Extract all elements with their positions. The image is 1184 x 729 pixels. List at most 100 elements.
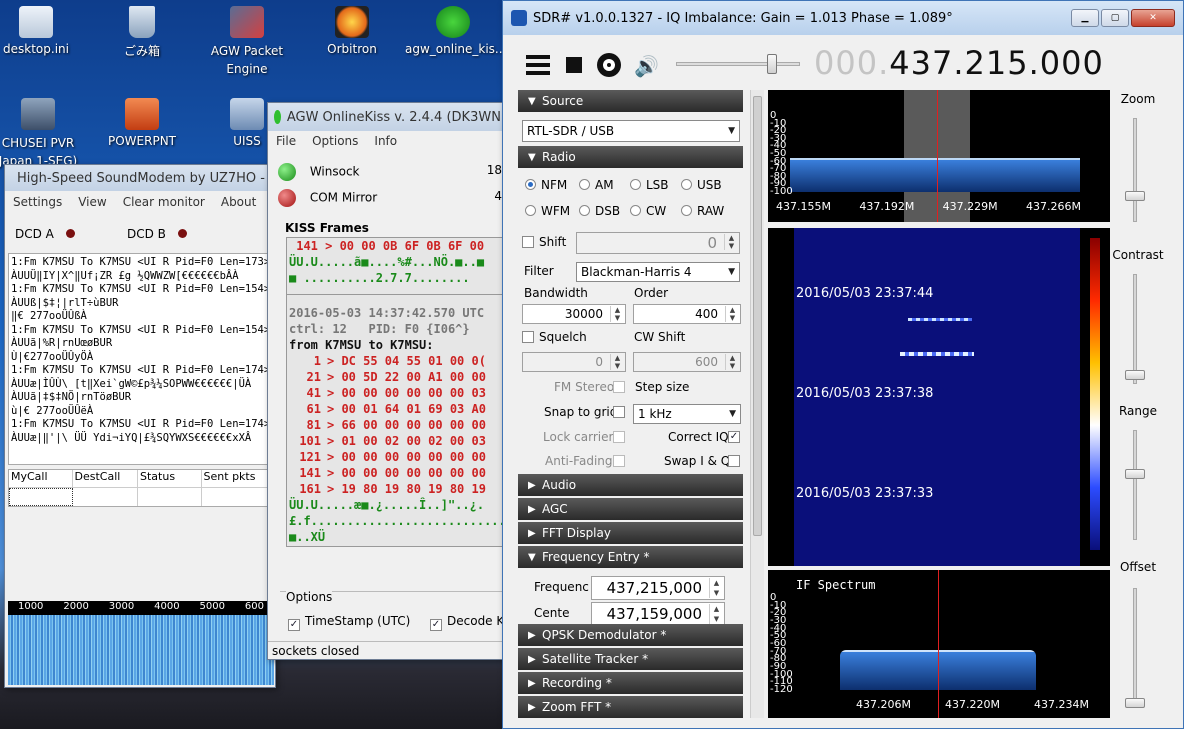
monitor-log[interactable]: 1:Fm K7MSU To K7MSU <UI R Pid=F0 Len=173… <box>8 253 270 465</box>
desktop-icon-orbitron[interactable]: Orbitron <box>304 6 400 56</box>
panel-scrollbar[interactable] <box>750 90 764 718</box>
lock-carrier-checkbox[interactable] <box>613 431 625 443</box>
col-sent-pkts[interactable]: Sent pkts <box>202 470 269 487</box>
volume-slider[interactable] <box>676 54 800 74</box>
if-spectrum-view[interactable]: IF Spectrum 0 -10 -20 -30 -40 -50 -60 -70 -80 -90… <box>768 570 1110 718</box>
fm-stereo-checkbox[interactable] <box>613 381 625 393</box>
ctrl-line: ctrl: 12 PID: F0 {I06^} <box>289 322 470 336</box>
bandwidth-input[interactable]: 30000 ▲ ▼ <box>522 304 626 324</box>
menu-file[interactable]: File <box>268 134 304 148</box>
menu-clear-monitor[interactable]: Clear monitor <box>115 195 213 209</box>
minimize-button[interactable]: ▁ <box>1071 9 1099 27</box>
col-mycall[interactable]: MyCall <box>9 470 73 487</box>
mode-cw[interactable]: CW <box>630 204 666 218</box>
shift-label: Shift <box>539 235 567 249</box>
hex-row-address: 101 <box>299 434 321 448</box>
speaker-icon[interactable]: 🔊 <box>634 56 659 76</box>
waterfall-view[interactable]: 2016/05/03 23:37:44 2016/05/03 23:37:38 … <box>768 228 1110 566</box>
spin-arrows-icon[interactable]: ▲ ▼ <box>725 354 739 370</box>
spin-arrows-icon[interactable]: ▲ ▼ <box>610 354 624 370</box>
soundmodem-titlebar[interactable]: High-Speed SoundModem by UZ7HO - Ve <box>5 165 285 191</box>
kiss-frames-log[interactable]: 141 > 00 00 0B 6F 0B 6F 00 ÜU.U.....ã■..… <box>286 237 508 547</box>
volume-thumb[interactable] <box>767 54 777 74</box>
anti-fading-checkbox[interactable] <box>613 455 625 467</box>
shift-input[interactable]: 0 ▲ ▼ <box>576 232 740 254</box>
offset-slider-thumb[interactable] <box>1125 698 1145 708</box>
zoom-slider[interactable] <box>1133 118 1137 222</box>
mode-nfm[interactable]: NFM <box>525 178 567 192</box>
correct-iq-checkbox[interactable]: ✓ <box>728 431 740 443</box>
frequency-input[interactable]: 437,215,000 ▲ ▼ <box>591 576 725 600</box>
offset-slider[interactable] <box>1133 588 1137 708</box>
radio-section-header[interactable]: ▼ Radio <box>518 146 743 168</box>
mode-raw[interactable]: RAW <box>681 204 724 218</box>
range-slider[interactable] <box>1133 430 1137 540</box>
spin-arrows-icon[interactable]: ▲ ▼ <box>709 604 723 624</box>
source-select[interactable]: RTL-SDR / USB <box>522 120 740 142</box>
order-input[interactable]: 400 ▲ ▼ <box>633 304 741 324</box>
frequency-entry-section-header[interactable]: ▼ Frequency Entry * <box>518 546 743 568</box>
mode-lsb[interactable]: LSB <box>630 178 669 192</box>
onlinekiss-titlebar[interactable]: AGW OnlineKiss v. 2.4.4 (DK3WN) <box>268 103 506 131</box>
mode-wfm[interactable]: WFM <box>525 204 570 218</box>
qpsk-section-header[interactable]: ▶ QPSK Demodulator * <box>518 624 743 646</box>
mode-usb[interactable]: USB <box>681 178 722 192</box>
desktop-icon-agw-packet-engine[interactable]: AGW Packet Engine <box>199 6 295 78</box>
cw-shift-input[interactable]: 600 ▲ ▼ <box>633 352 741 372</box>
log-line: ÀUUæ|‖'|\ ÜÜ Ydi¬iYQ|£¾SQYWXS€€€€€€xXÂ <box>11 431 252 444</box>
menu-settings[interactable]: Settings <box>5 195 70 209</box>
filter-select[interactable]: Blackman-Harris 4 <box>576 262 740 282</box>
table-row[interactable] <box>9 488 269 506</box>
menu-about[interactable]: About <box>213 195 264 209</box>
squelch-input[interactable]: 0 ▲ ▼ <box>522 352 626 372</box>
step-size-select[interactable]: 1 kHz <box>633 404 741 424</box>
dcd-a-label: DCD A <box>15 227 54 241</box>
center-input[interactable]: 437,159,000 ▲ ▼ <box>591 602 725 626</box>
gear-icon[interactable] <box>597 53 621 77</box>
fft-display-section-header[interactable]: ▶ FFT Display <box>518 522 743 544</box>
zoom-fft-section-header[interactable]: ▶ Zoom FFT * <box>518 696 743 718</box>
menu-icon[interactable] <box>526 55 550 75</box>
range-slider-thumb[interactable] <box>1125 469 1145 479</box>
squelch-checkbox[interactable]: Squelch <box>522 330 587 344</box>
shift-checkbox[interactable]: Shift <box>522 235 566 249</box>
mode-dsb[interactable]: DSB <box>579 204 620 218</box>
col-status[interactable]: Status <box>138 470 202 487</box>
timestamp-checkbox[interactable]: ✓ TimeStamp (UTC) <box>288 614 410 631</box>
contrast-slider-thumb[interactable] <box>1125 370 1145 380</box>
source-section-header[interactable]: ▼ Source <box>518 90 743 112</box>
maximize-button[interactable]: ▢ <box>1101 9 1129 27</box>
contrast-slider[interactable] <box>1133 274 1137 384</box>
spin-arrows-icon[interactable]: ▲ ▼ <box>724 234 738 250</box>
menu-view[interactable]: View <box>70 195 114 209</box>
recording-section-header[interactable]: ▶ Recording * <box>518 672 743 694</box>
desktop-icon-chusei-pvr[interactable]: CHUSEI PVR Japan 1-SEG) <box>0 98 86 170</box>
col-destcall[interactable]: DestCall <box>73 470 139 487</box>
soundmodem-window[interactable]: High-Speed SoundModem by UZ7HO - Ve Sett… <box>4 164 285 688</box>
scrollbar-thumb[interactable] <box>753 96 762 536</box>
close-button[interactable]: ✕ <box>1131 9 1175 27</box>
spin-arrows-icon[interactable]: ▲ ▼ <box>610 306 624 322</box>
stop-icon[interactable] <box>566 57 582 73</box>
sdr-titlebar[interactable]: SDR# v1.0.0.1327 - IQ Imbalance: Gain = … <box>503 1 1183 35</box>
desktop-icon-powerpnt[interactable]: POWERPNT <box>94 98 190 148</box>
snap-to-grid-checkbox[interactable] <box>613 406 625 418</box>
desktop-icon-agw-online-kiss[interactable]: agw_online_kis... <box>405 6 506 56</box>
agc-section-header[interactable]: ▶ AGC <box>518 498 743 520</box>
mode-am[interactable]: AM <box>579 178 614 192</box>
spectrum-view[interactable]: 0 -10 -20 -30 -40 -50 -60 -70 -80 -90 -100 437.155… <box>768 90 1110 222</box>
onlinekiss-window[interactable]: AGW OnlineKiss v. 2.4.4 (DK3WN) File Opt… <box>267 102 515 660</box>
options-label: Options <box>286 590 333 604</box>
audio-section-header[interactable]: ▶ Audio <box>518 474 743 496</box>
spin-arrows-icon[interactable]: ▲ ▼ <box>709 578 723 598</box>
frequency-display[interactable]: 000.437.215.000 <box>814 44 1104 82</box>
desktop-icon-recycle-bin[interactable]: ごみ箱 <box>94 6 190 59</box>
swap-iq-checkbox[interactable] <box>728 455 740 467</box>
calls-table[interactable]: MyCall DestCall Status Sent pkts <box>8 469 270 507</box>
satellite-tracker-section-header[interactable]: ▶ Satellite Tracker * <box>518 648 743 670</box>
desktop-icon-desktop-ini[interactable]: desktop.ini <box>0 6 84 56</box>
zoom-slider-thumb[interactable] <box>1125 191 1145 201</box>
menu-info[interactable]: Info <box>366 134 405 148</box>
menu-options[interactable]: Options <box>304 134 366 148</box>
spin-arrows-icon[interactable]: ▲ ▼ <box>725 306 739 322</box>
